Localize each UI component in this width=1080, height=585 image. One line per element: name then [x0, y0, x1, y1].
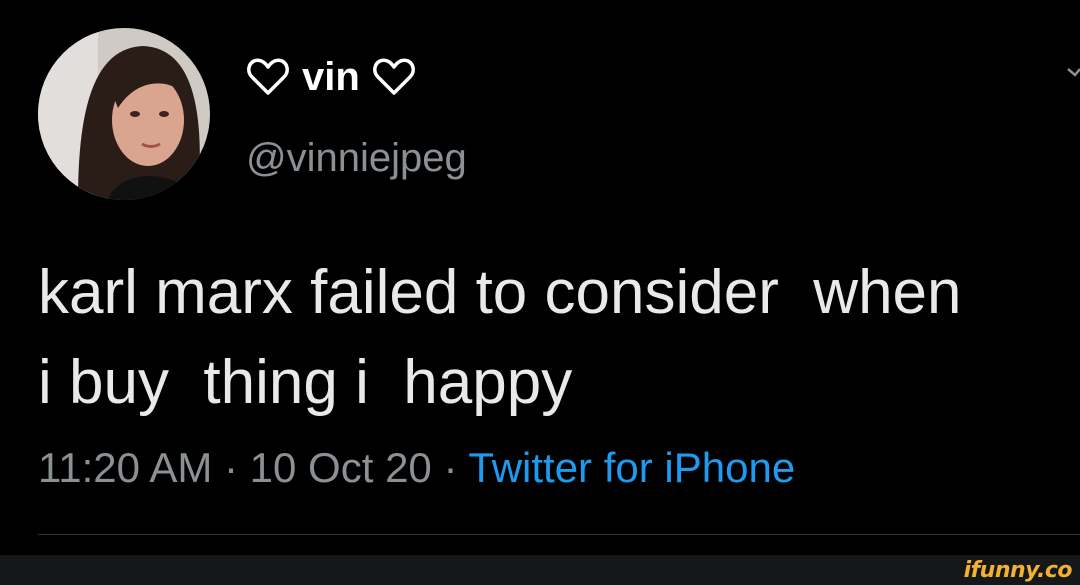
meta-separator: · — [212, 444, 250, 491]
tweet-text-line: karl marx failed to consider when — [38, 258, 962, 327]
tweet-text: karl marx failed to consider when i buy t… — [38, 248, 1080, 428]
chevron-down-icon[interactable] — [1066, 66, 1080, 80]
heart-outline-icon — [246, 57, 290, 97]
meta-separator: · — [431, 444, 469, 491]
tweet-time[interactable]: 11:20 AM — [38, 444, 212, 491]
watermark-logo: ifunny.co — [963, 558, 1073, 583]
heart-outline-icon — [372, 57, 416, 97]
footer-bar — [0, 555, 1080, 585]
divider — [38, 534, 1080, 535]
avatar[interactable] — [38, 28, 210, 200]
tweet-source-link[interactable]: Twitter for iPhone — [468, 444, 795, 491]
avatar-photo — [38, 28, 210, 200]
tweet-text-line: i buy thing i happy — [38, 348, 573, 417]
tweet-date[interactable]: 10 Oct 20 — [250, 444, 432, 491]
user-handle[interactable]: @vinniejpeg — [246, 136, 467, 181]
tweet-meta: 11:20 AM · 10 Oct 20 · Twitter for iPhon… — [38, 440, 795, 496]
display-name-text: vin — [302, 54, 360, 99]
display-name[interactable]: vin — [246, 50, 416, 104]
